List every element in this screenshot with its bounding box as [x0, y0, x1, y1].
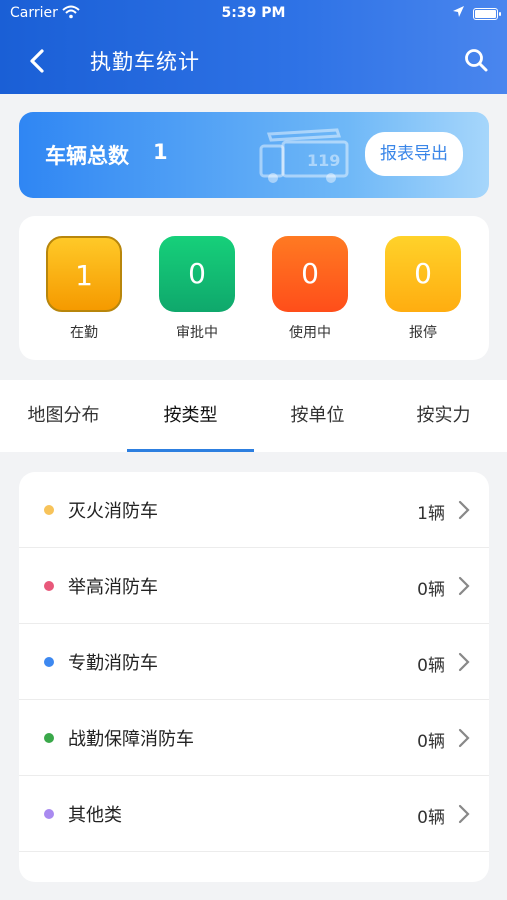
chevron-right-icon: [458, 576, 470, 596]
stat-pending-approval[interactable]: 0 审批中: [157, 236, 237, 342]
stat-label: 使用中: [289, 325, 331, 341]
export-report-button[interactable]: 报表导出: [365, 132, 463, 176]
category-label: 灭火消防车: [68, 501, 158, 522]
status-time: 5:39 PM: [221, 5, 286, 21]
category-count: 0辆: [417, 808, 445, 828]
category-dot: [44, 581, 54, 591]
svg-text:119: 119: [307, 151, 340, 170]
category-dot: [44, 505, 54, 515]
chevron-right-icon: [458, 652, 470, 672]
category-count: 0辆: [417, 656, 445, 676]
category-dot: [44, 809, 54, 819]
search-icon[interactable]: [463, 47, 489, 73]
tab-by-strength[interactable]: 按实力: [380, 380, 507, 452]
status-bar: Carrier 5:39 PM: [0, 0, 507, 28]
tab-by-type[interactable]: 按类型: [127, 380, 254, 452]
category-count: 0辆: [417, 732, 445, 752]
stat-value: 0: [385, 236, 461, 312]
chevron-left-icon[interactable]: [24, 47, 52, 75]
category-count: 0辆: [417, 580, 445, 600]
stat-value: 0: [159, 236, 235, 312]
chevron-right-icon: [458, 500, 470, 520]
page-title: 执勤车统计: [90, 50, 200, 74]
category-dot: [44, 657, 54, 667]
stat-in-use[interactable]: 0 使用中: [270, 236, 350, 342]
stat-label: 审批中: [176, 325, 218, 341]
category-label: 其他类: [68, 805, 122, 826]
stat-label: 报停: [409, 325, 437, 341]
category-count: 1辆: [417, 504, 445, 524]
active-tab-indicator: [127, 449, 254, 452]
stat-value: 0: [272, 236, 348, 312]
battery-icon: [473, 8, 501, 20]
category-dot: [44, 733, 54, 743]
list-item[interactable]: 其他类 0辆: [19, 776, 489, 852]
location-arrow-icon: [453, 6, 464, 17]
category-label: 战勤保障消防车: [68, 729, 194, 750]
stat-value: 1: [46, 236, 122, 312]
vehicle-type-list: 灭火消防车 1辆 举高消防车 0辆 专勤消防车 0辆 战勤保障消防车 0辆 其他…: [19, 472, 489, 882]
list-item[interactable]: 举高消防车 0辆: [19, 548, 489, 624]
vehicle-total-card: 车辆总数 1 119 报表导出: [19, 112, 489, 198]
stat-label: 在勤: [70, 325, 98, 341]
vehicle-total-label: 车辆总数: [45, 144, 129, 168]
nav-bar: 执勤车统计: [0, 34, 507, 86]
chevron-right-icon: [458, 728, 470, 748]
status-summary-card: 1 在勤 0 审批中 0 使用中 0 报停: [19, 216, 489, 360]
tab-by-unit[interactable]: 按单位: [254, 380, 381, 452]
tab-bar: 地图分布 按类型 按单位 按实力: [0, 380, 507, 452]
tab-map-distribution[interactable]: 地图分布: [0, 380, 127, 452]
list-item[interactable]: 专勤消防车 0辆: [19, 624, 489, 700]
list-item[interactable]: 灭火消防车 1辆: [19, 472, 489, 548]
stat-on-duty[interactable]: 1 在勤: [44, 236, 124, 342]
vehicle-total-count: 1: [153, 140, 168, 164]
fire-truck-119-icon: 119: [259, 128, 349, 183]
app-header: Carrier 5:39 PM 执勤车统计: [0, 0, 507, 94]
stat-suspended[interactable]: 0 报停: [383, 236, 463, 342]
chevron-right-icon: [458, 804, 470, 824]
category-label: 专勤消防车: [68, 653, 158, 674]
list-item[interactable]: 战勤保障消防车 0辆: [19, 700, 489, 776]
category-label: 举高消防车: [68, 577, 158, 598]
